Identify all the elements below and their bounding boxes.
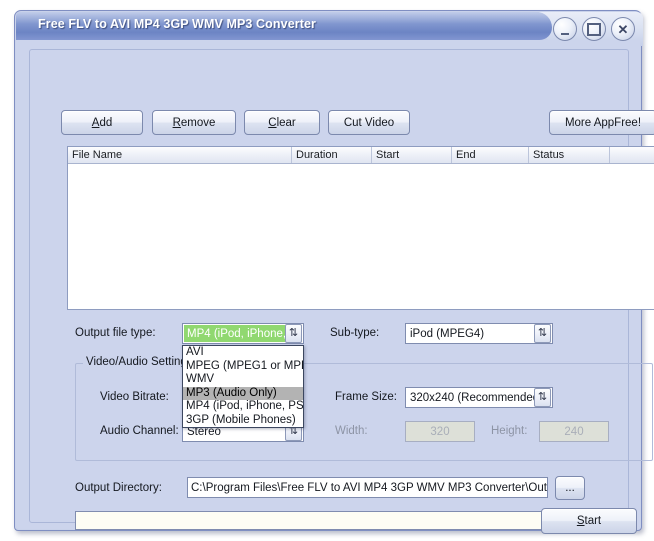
sub-type-value: iPod (MPEG4) [410, 327, 485, 340]
output-directory-input[interactable]: C:\Program Files\Free FLV to AVI MP4 3GP… [187, 477, 548, 498]
title-bar[interactable]: Free FLV to AVI MP4 3GP WMV MP3 Converte… [16, 12, 552, 40]
conversion-progress-bar [75, 511, 543, 530]
client-area: Add Remove Clear Cut Video More AppFree!… [16, 40, 654, 534]
close-button[interactable] [611, 17, 635, 41]
output-file-type-value: MP4 (iPod, iPhone, P [184, 325, 285, 342]
chevron-updown-icon[interactable] [285, 324, 302, 343]
column-header-duration[interactable]: Duration [292, 147, 372, 163]
minimize-button[interactable] [553, 17, 577, 41]
frame-size-value: 320x240 (Recommended) [410, 391, 534, 404]
sub-type-combobox[interactable]: iPod (MPEG4) [405, 323, 553, 344]
minimize-icon [554, 18, 576, 40]
audio-channel-label: Audio Channel: [100, 425, 179, 437]
close-icon [612, 18, 634, 40]
cut-video-button-label: Cut Video [343, 116, 395, 129]
maximize-icon [583, 18, 605, 40]
width-input: 320 [405, 421, 475, 442]
browse-button-label: ... [565, 482, 575, 494]
height-input: 240 [539, 421, 609, 442]
width-label: Width: [335, 425, 368, 437]
add-button-label: Add [91, 116, 113, 129]
column-header-status[interactable]: Status [529, 147, 610, 163]
file-list-header: File Name Duration Start End Status [68, 147, 654, 164]
frame-size-label: Frame Size: [335, 391, 397, 403]
output-file-type-dropdown-list[interactable]: AVI MPEG (MPEG1 or MPEG2 WMV MP3 (Audio … [182, 345, 304, 428]
column-header-file-name[interactable]: File Name [68, 147, 292, 163]
output-file-type-combobox[interactable]: MP4 (iPod, iPhone, P [182, 323, 304, 344]
column-header-start[interactable]: Start [372, 147, 452, 163]
dropdown-option-mp4[interactable]: MP4 (iPod, iPhone, PSP, [183, 400, 303, 414]
start-button[interactable]: Start [541, 508, 637, 534]
video-audio-settings-group [75, 363, 653, 461]
chevron-updown-icon[interactable] [534, 324, 551, 343]
dropdown-option-mp3[interactable]: MP3 (Audio Only) [183, 386, 303, 400]
application-window: Free FLV to AVI MP4 3GP WMV MP3 Converte… [14, 10, 654, 534]
start-button-label: Start [576, 515, 602, 527]
main-panel: Add Remove Clear Cut Video More AppFree!… [29, 49, 654, 534]
video-bitrate-label: Video Bitrate: [100, 391, 169, 403]
dropdown-option-3gp[interactable]: 3GP (Mobile Phones) [183, 414, 303, 428]
remove-button-label: Remove [172, 116, 216, 129]
output-directory-label: Output Directory: [75, 482, 162, 494]
browse-output-directory-button[interactable]: ... [555, 476, 585, 500]
file-list[interactable]: File Name Duration Start End Status [67, 146, 654, 310]
sub-type-label: Sub-type: [330, 327, 380, 339]
clear-button-label: Clear [268, 116, 296, 129]
column-header-end[interactable]: End [452, 147, 529, 163]
dropdown-option-avi[interactable]: AVI [183, 346, 303, 360]
chevron-updown-icon[interactable] [534, 388, 551, 407]
frame-size-combobox[interactable]: 320x240 (Recommended) [405, 387, 553, 408]
file-list-body[interactable] [68, 164, 654, 309]
remove-button[interactable]: Remove [152, 110, 236, 135]
window-controls [553, 17, 635, 41]
more-appfree-button-label: More AppFree! [564, 116, 642, 129]
video-audio-settings-title: Video/Audio Settings [83, 356, 196, 368]
height-label: Height: [491, 425, 528, 437]
dropdown-option-wmv[interactable]: WMV [183, 373, 303, 387]
dropdown-option-mpeg[interactable]: MPEG (MPEG1 or MPEG2 [183, 360, 303, 374]
output-file-type-label: Output file type: [75, 327, 156, 339]
add-button[interactable]: Add [61, 110, 143, 135]
cut-video-button[interactable]: Cut Video [328, 110, 410, 135]
clear-button[interactable]: Clear [244, 110, 320, 135]
column-header-extra[interactable] [610, 147, 654, 163]
window-title: Free FLV to AVI MP4 3GP WMV MP3 Converte… [38, 17, 316, 31]
maximize-button[interactable] [582, 17, 606, 41]
app-root: Free FLV to AVI MP4 3GP WMV MP3 Converte… [0, 0, 654, 541]
more-appfree-button[interactable]: More AppFree! [549, 110, 654, 135]
